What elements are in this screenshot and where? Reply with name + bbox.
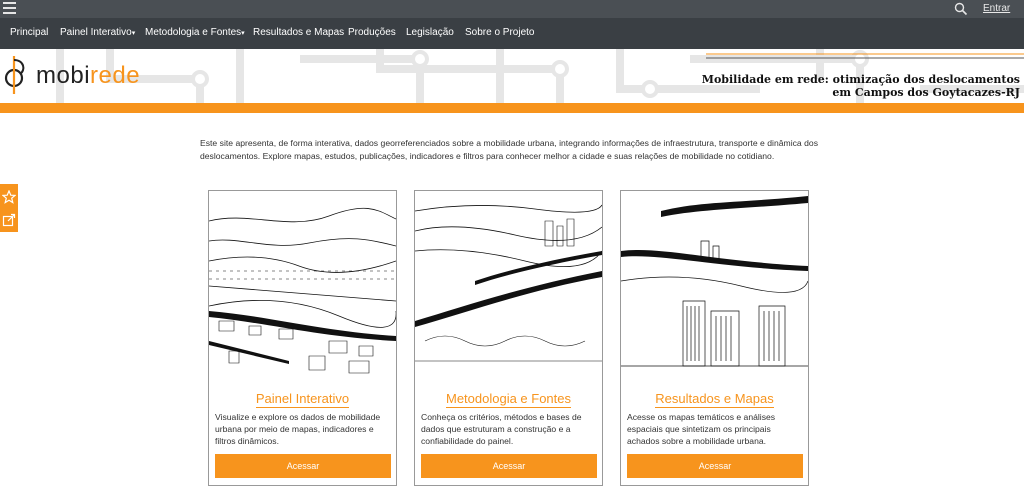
nav-label: Painel Interativo (60, 27, 132, 38)
main-nav: Principal Painel Interativo▾ Metodologia… (0, 18, 1024, 49)
river-illustration (415, 191, 602, 379)
logo-part-1: mobi (36, 62, 91, 89)
side-actions (0, 184, 18, 232)
hamburger-icon[interactable] (3, 2, 16, 15)
intro-text: Este site apresenta, de forma interativa… (200, 138, 818, 161)
nav-item-metodologia[interactable]: Metodologia e Fontes▾ (145, 27, 245, 38)
access-button[interactable]: Acessar (421, 454, 597, 478)
nav-item-producoes[interactable]: Produções (348, 27, 396, 38)
skyline-illustration (621, 191, 808, 379)
card-title[interactable]: Painel Interativo (209, 391, 396, 408)
nav-item-resultados[interactable]: Resultados e Mapas (253, 27, 344, 38)
nav-label: Sobre o Projeto (465, 27, 535, 38)
nav-label: Produções (348, 27, 396, 38)
login-link[interactable]: Entrar (983, 3, 1010, 14)
caret-down-icon: ▾ (241, 30, 245, 37)
tagline-line-2: em Campos dos Goytacazes-RJ (832, 86, 1020, 99)
nav-item-painel-interativo[interactable]: Painel Interativo▾ (60, 27, 135, 38)
logo-part-2: rede (90, 62, 141, 89)
star-icon[interactable] (2, 190, 16, 204)
card-description: Conheça os critérios, métodos e bases de… (421, 412, 582, 446)
access-button[interactable]: Acessar (215, 454, 391, 478)
top-bar: Entrar (0, 0, 1024, 18)
card-painel-interativo: Painel Interativo Visualize e explore os… (208, 190, 397, 486)
card-title[interactable]: Metodologia e Fontes (415, 391, 602, 408)
card-description: Acesse os mapas temáticos e análises esp… (627, 412, 776, 446)
nav-item-sobre[interactable]: Sobre o Projeto (465, 27, 535, 38)
accent-band (0, 103, 1024, 113)
site-tagline: Mobilidade em rede: otimização dos deslo… (702, 73, 1020, 99)
card-title[interactable]: Resultados e Mapas (621, 391, 808, 408)
tagline-line-1: Mobilidade em rede: otimização dos deslo… (701, 73, 1020, 86)
caret-down-icon: ▾ (131, 30, 136, 37)
nav-item-legislacao[interactable]: Legislação (406, 27, 454, 38)
site-logo[interactable]: mobirede (0, 52, 190, 98)
logo-wordmark: mobirede (36, 62, 140, 90)
nav-label: Resultados e Mapas (253, 27, 345, 38)
nav-label: Principal (10, 27, 49, 38)
city-illustration (209, 191, 396, 379)
tagline-rule (706, 53, 1024, 59)
share-icon[interactable] (2, 213, 16, 227)
nav-label: Legislação (406, 27, 454, 38)
search-icon[interactable] (954, 2, 968, 16)
nav-item-principal[interactable]: Principal (10, 27, 48, 38)
card-resultados: Resultados e Mapas Acesse os mapas temát… (620, 190, 809, 486)
card-description: Visualize e explore os dados de mobilida… (215, 412, 381, 446)
nav-label: Metodologia e Fontes (145, 27, 242, 38)
logo-mark-icon (4, 56, 25, 94)
card-metodologia: Metodologia e Fontes Conheça os critério… (414, 190, 603, 486)
access-button[interactable]: Acessar (627, 454, 803, 478)
